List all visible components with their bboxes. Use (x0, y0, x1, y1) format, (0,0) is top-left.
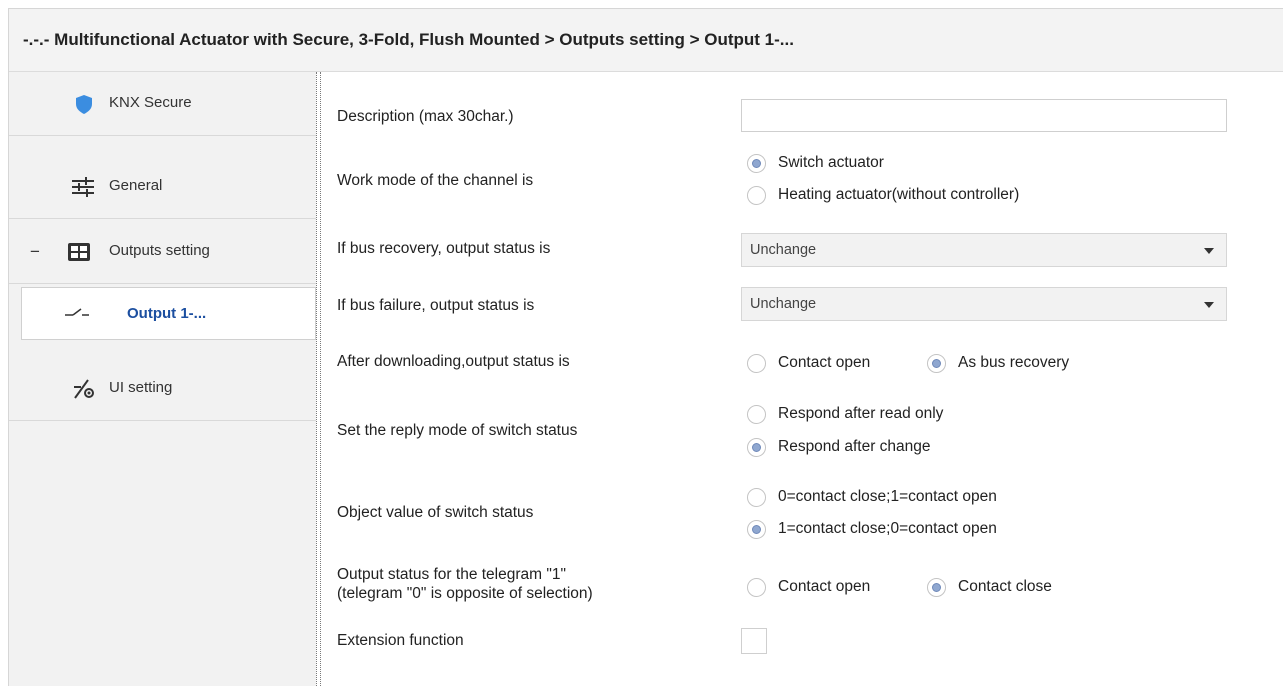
ui-setting-icon (72, 378, 94, 400)
main-window: -.-.- Multifunctional Actuator with Secu… (8, 8, 1283, 686)
extension-label: Extension function (337, 632, 464, 649)
object-value-label: Object value of switch status (337, 504, 534, 521)
work-mode-switch-radio[interactable] (747, 154, 766, 173)
panel-splitter[interactable] (316, 72, 321, 686)
title-bar: -.-.- Multifunctional Actuator with Secu… (9, 9, 1283, 72)
after-download-contact-open-radio[interactable] (747, 354, 766, 373)
telegram-output-sublabel: (telegram "0" is opposite of selection) (337, 585, 593, 602)
work-mode-label: Work mode of the channel is (337, 172, 534, 189)
switch-contact-icon (64, 306, 90, 320)
reply-mode-label: Set the reply mode of switch status (337, 422, 578, 439)
sidebar-item-ui-setting[interactable]: UI setting (9, 357, 316, 421)
reply-mode-option-label: Respond after read only (778, 405, 944, 422)
sidebar-item-outputs-setting[interactable]: − Outputs setting (9, 220, 316, 284)
sidebar-item-knx-secure[interactable]: KNX Secure (9, 72, 316, 136)
sidebar-item-label: Output 1-... (127, 305, 207, 322)
after-download-label: After downloading,output status is (337, 353, 570, 370)
object-value-option1-radio[interactable] (747, 488, 766, 507)
extension-checkbox[interactable] (741, 628, 767, 654)
bus-recovery-value: Unchange (750, 242, 817, 258)
breadcrumb-title: -.-.- Multifunctional Actuator with Secu… (23, 30, 794, 49)
bus-recovery-label: If bus recovery, output status is (337, 240, 551, 257)
bus-failure-select[interactable]: Unchange (741, 287, 1227, 321)
reply-mode-after-change-radio[interactable] (747, 438, 766, 457)
sidebar-item-label: Outputs setting (109, 242, 210, 259)
sidebar: KNX Secure General − Outputs setting UI … (9, 72, 316, 686)
reply-mode-read-only-radio[interactable] (747, 405, 766, 424)
parameter-panel: Description (max 30char.) Work mode of t… (331, 72, 1283, 686)
sidebar-item-label: General (109, 177, 163, 194)
bus-recovery-select[interactable]: Unchange (741, 233, 1227, 267)
collapse-toggle[interactable]: − (30, 242, 40, 262)
sliders-icon (71, 176, 94, 198)
after-download-bus-recovery-radio[interactable] (927, 354, 946, 373)
bus-failure-value: Unchange (750, 296, 817, 312)
telegram-output-label: Output status for the telegram "1" (337, 566, 566, 583)
sidebar-item-general[interactable]: General (9, 155, 316, 219)
work-mode-option-label: Switch actuator (778, 154, 884, 171)
telegram-option-label: Contact open (778, 578, 871, 595)
sidebar-item-label: KNX Secure (109, 94, 192, 111)
after-download-option-label: Contact open (778, 354, 871, 371)
object-value-option-label: 0=contact close;1=contact open (778, 488, 997, 505)
after-download-option-label: As bus recovery (958, 354, 1070, 371)
shield-icon (73, 93, 95, 115)
chevron-down-icon (1204, 248, 1214, 254)
work-mode-heating-radio[interactable] (747, 186, 766, 205)
chevron-down-icon (1204, 302, 1214, 308)
sidebar-item-label: UI setting (109, 379, 173, 396)
work-mode-option-label: Heating actuator(without controller) (778, 186, 1020, 203)
grid-icon (67, 241, 90, 263)
object-value-option-label: 1=contact close;0=contact open (778, 520, 997, 537)
sidebar-item-output-1[interactable]: Output 1-... (21, 287, 316, 340)
telegram-contact-open-radio[interactable] (747, 578, 766, 597)
telegram-option-label: Contact close (958, 578, 1052, 595)
description-label: Description (max 30char.) (337, 108, 514, 125)
bus-failure-label: If bus failure, output status is (337, 297, 535, 314)
object-value-option2-radio[interactable] (747, 520, 766, 539)
telegram-contact-close-radio[interactable] (927, 578, 946, 597)
reply-mode-option-label: Respond after change (778, 438, 931, 455)
description-input[interactable] (741, 99, 1227, 132)
